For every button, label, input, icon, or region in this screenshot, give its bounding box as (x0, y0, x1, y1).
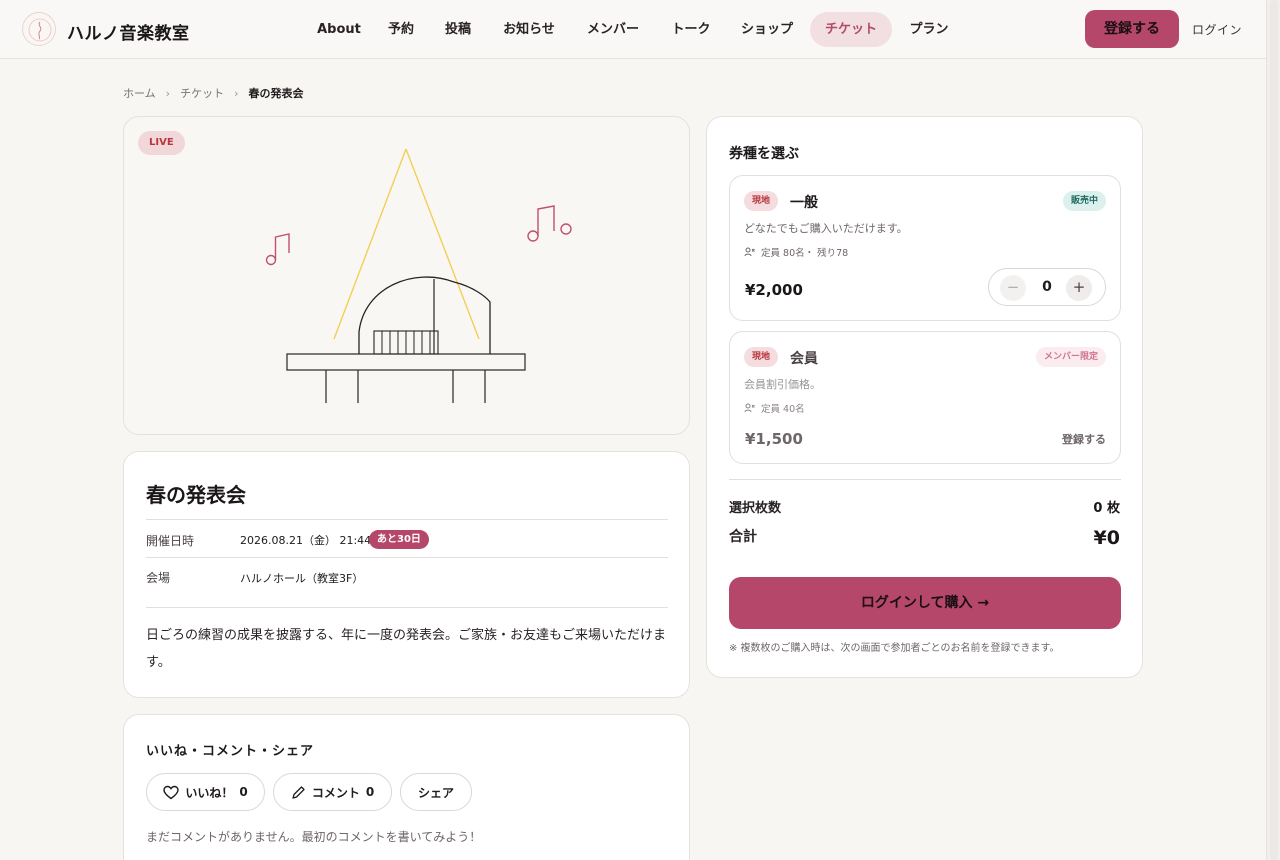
venue-value: ハルノホール（教室3F） (240, 572, 364, 585)
breadcrumb-separator: › (165, 86, 171, 100)
nav-news[interactable]: お知らせ (492, 12, 566, 47)
venue-tag: 現地 (744, 191, 779, 211)
login-purchase-button[interactable]: ログインして購入 → (729, 577, 1121, 629)
status-badge: メンバー限定 (1035, 347, 1106, 367)
social-card: いいね・コメント・シェア いいね！ 0 コメント 0 シェア まだコメントがあり… (123, 714, 690, 860)
logo-icon[interactable] (22, 12, 56, 46)
count-value: 0 枚 (1093, 501, 1120, 516)
quantity-stepper: − 0 + (988, 268, 1106, 306)
page-scrollbar[interactable] (1266, 0, 1280, 860)
like-label: いいね！ (185, 785, 234, 800)
member-register-link[interactable]: 登録する (1062, 431, 1106, 447)
nav-members[interactable]: メンバー (576, 12, 650, 47)
scrollbar-thumb[interactable] (1270, 0, 1278, 860)
event-info-card: 春の発表会 開催日時 2026.08.21（金） 21:44 あと30日 会場 … (123, 451, 690, 698)
pencil-icon (292, 785, 305, 799)
capacity-text: 定員 40名 (761, 404, 805, 415)
ticket-price: ¥2,000 (745, 281, 803, 299)
comment-label: コメント (311, 785, 360, 800)
live-badge: LIVE (138, 131, 185, 155)
login-link[interactable]: ログイン (1192, 21, 1242, 38)
breadcrumb-home[interactable]: ホーム (123, 85, 156, 101)
like-count: 0 (239, 785, 248, 799)
divider (146, 519, 668, 520)
share-button[interactable]: シェア (400, 773, 472, 811)
date-value: 2026.08.21（金） 21:44 (240, 534, 372, 547)
register-button[interactable]: 登録する (1085, 10, 1179, 48)
ticket-capacity: 定員 80名・ 残り78 (744, 245, 848, 259)
nav-shop[interactable]: ショップ (731, 12, 803, 47)
nav-tickets[interactable]: チケット (810, 12, 892, 47)
event-hero: LIVE (123, 116, 690, 435)
ticket-member[interactable]: 現地 会員 メンバー限定 会員割引価格。 定員 40名 ¥1,500 登録する (729, 331, 1121, 464)
people-icon (744, 403, 755, 413)
ticket-general[interactable]: 現地 一般 販売中 どなたでもご購入いただけます。 定員 80名・ 残り78 ¥… (729, 175, 1121, 321)
ticket-name: 一般 (790, 195, 818, 211)
nav-talk[interactable]: トーク (661, 12, 721, 47)
purchase-note: ※ 複数枚のご購入時は、次の画面で参加者ごとのお名前を登録できます。 (729, 643, 1060, 654)
venue-label: 会場 (146, 571, 171, 585)
ticket-description: 会員割引価格。 (744, 378, 821, 391)
nav-reservation[interactable]: 予約 (377, 12, 425, 47)
no-comment-text: まだコメントがありません。最初のコメントを書いてみよう！ (146, 830, 482, 844)
like-button[interactable]: いいね！ 0 (146, 773, 265, 811)
divider (729, 479, 1121, 480)
venue-tag: 現地 (744, 347, 779, 367)
total-label: 合計 (729, 529, 757, 545)
divider (146, 557, 668, 558)
date-label: 開催日時 (146, 534, 195, 548)
ticket-name: 会員 (790, 351, 818, 367)
people-icon (744, 247, 755, 257)
breadcrumb-tickets[interactable]: チケット (180, 85, 224, 101)
event-title: 春の発表会 (146, 483, 246, 507)
breadcrumb: ホーム › チケット › 春の発表会 (123, 85, 303, 101)
nav-plans[interactable]: プラン (899, 12, 959, 47)
status-badge: 販売中 (1062, 191, 1106, 211)
social-title: いいね・コメント・シェア (146, 744, 315, 759)
divider (146, 607, 668, 608)
capacity-text: 定員 80名・ 残り78 (761, 248, 849, 259)
brand-name[interactable]: ハルノ音楽教室 (67, 19, 190, 44)
ticket-panel-title: 券種を選ぶ (729, 146, 799, 162)
breadcrumb-separator: › (234, 86, 239, 100)
ticket-panel: 券種を選ぶ 現地 一般 販売中 どなたでもご購入いただけます。 定員 80名・ … (706, 116, 1143, 678)
breadcrumb-current: 春の発表会 (248, 87, 304, 100)
comment-button[interactable]: コメント 0 (273, 773, 392, 811)
piano-stage-illustration (265, 148, 572, 403)
site-header: ハルノ音楽教室 About 予約 投稿 お知らせ メンバー トーク ショップ チ… (0, 0, 1280, 59)
heart-icon (163, 785, 180, 799)
count-label: 選択枚数 (729, 501, 782, 516)
ticket-capacity: 定員 40名 (744, 401, 805, 415)
nav-about[interactable]: About (309, 12, 369, 47)
comment-count: 0 (365, 785, 375, 799)
total-value: ¥0 (1093, 527, 1120, 549)
ticket-price: ¥1,500 (745, 430, 803, 448)
countdown-badge: あと30日 (369, 530, 429, 549)
event-description: 日ごろの練習の成果を披露する、年に一度の発表会。ご家族・お友達もご来場いただけま… (146, 628, 667, 670)
nav-posts[interactable]: 投稿 (433, 12, 483, 47)
increment-button[interactable]: + (1066, 275, 1092, 301)
ticket-description: どなたでもご購入いただけます。 (744, 222, 908, 235)
